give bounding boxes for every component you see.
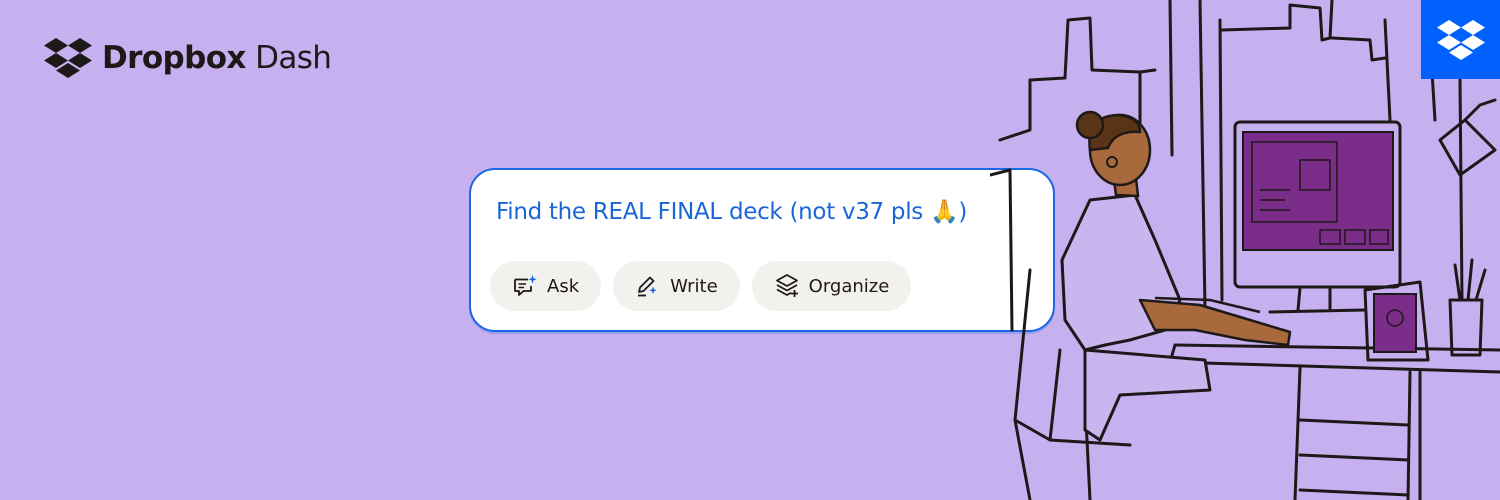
- logo-wordmark: Dropbox Dash: [102, 39, 332, 76]
- logo-name-bold: Dropbox: [102, 39, 246, 76]
- ask-label: Ask: [547, 275, 580, 297]
- dropbox-logo-icon: [44, 38, 92, 78]
- write-button[interactable]: Write: [613, 261, 740, 311]
- write-label: Write: [670, 275, 718, 297]
- ask-chat-sparkle-icon: [514, 275, 537, 296]
- search-query-text[interactable]: Find the REAL FINAL deck (not v37 pls 🙏): [496, 198, 967, 225]
- organize-layers-icon: [775, 274, 798, 297]
- ask-button[interactable]: Ask: [490, 261, 602, 311]
- organize-button[interactable]: Organize: [751, 261, 912, 311]
- dropbox-badge[interactable]: [1421, 0, 1500, 79]
- action-chips: Ask Write Organize: [490, 261, 912, 311]
- organize-label: Organize: [808, 275, 890, 297]
- write-pen-sparkle-icon: [638, 276, 657, 297]
- search-card[interactable]: Find the REAL FINAL deck (not v37 pls 🙏)…: [469, 168, 1055, 332]
- logo-name-light: Dash: [255, 39, 332, 76]
- dropbox-dash-logo[interactable]: Dropbox Dash: [44, 38, 332, 78]
- banner: Dropbox Dash Find the REAL FINAL deck (n…: [0, 0, 1500, 500]
- dropbox-logo-icon: [1436, 19, 1485, 60]
